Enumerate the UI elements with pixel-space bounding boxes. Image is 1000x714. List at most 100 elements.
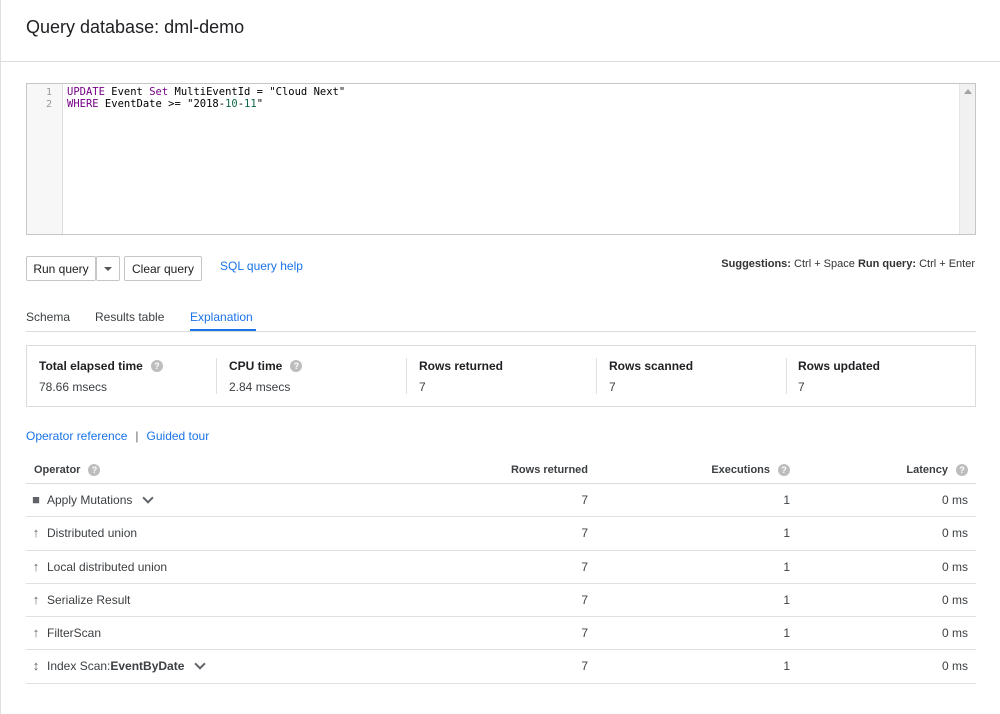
- stat-value: 78.66 msecs: [39, 380, 108, 394]
- sql-text: EventDate >=: [98, 98, 188, 110]
- latency-cell: 0 ms: [941, 626, 968, 641]
- page-header: Query database: dml-demo: [0, 0, 1000, 62]
- sql-keyword: UPDATE: [67, 86, 105, 98]
- arrow-updown-icon: ↕: [32, 658, 40, 674]
- run-query-dropdown-button[interactable]: [96, 256, 120, 281]
- operator-name: Serialize Result: [47, 592, 131, 607]
- code-line[interactable]: WHERE EventDate >= "2018-10-11": [67, 98, 263, 110]
- sql-keyword: WHERE: [67, 98, 99, 110]
- executions-cell: 1: [783, 626, 790, 641]
- caret-down-icon: [104, 266, 112, 271]
- line-gutter: 1 2: [27, 84, 63, 234]
- sql-string: ": [256, 98, 264, 110]
- help-icon[interactable]: ?: [778, 464, 790, 476]
- table-row[interactable]: ↑ Distributed union 7 1 0 ms: [26, 517, 976, 551]
- stat-label: Rows scanned: [609, 359, 694, 373]
- run-query-button[interactable]: Run query: [26, 256, 96, 281]
- link-separator: |: [135, 429, 139, 443]
- stat-label: Total elapsed time?: [39, 359, 163, 373]
- chevron-down-icon[interactable]: [142, 492, 155, 504]
- table-row[interactable]: ■ Apply Mutations 7 1 0 ms: [26, 484, 976, 518]
- table-row[interactable]: ↑ FilterScan 7 1 0 ms: [26, 617, 976, 651]
- stat-cpu-time: CPU time? 2.84 msecs: [217, 346, 407, 406]
- line-number: 1: [45, 87, 52, 98]
- latency-cell: 0 ms: [941, 592, 968, 607]
- arrow-up-icon: ↑: [32, 525, 40, 541]
- help-icon[interactable]: ?: [290, 360, 303, 372]
- operator-name: FilterScan: [47, 626, 102, 641]
- sql-editor[interactable]: 1 2 UPDATE Event Set MultiEventId = "Clo…: [26, 83, 976, 235]
- rows-returned-cell: 7: [581, 592, 588, 607]
- tab-explanation[interactable]: Explanation: [190, 310, 253, 324]
- sql-text: Event: [104, 86, 150, 98]
- query-stats-panel: Total elapsed time? 78.66 msecs CPU time…: [26, 345, 976, 407]
- rows-returned-cell: 7: [581, 493, 588, 507]
- rows-returned-cell: 7: [581, 626, 588, 641]
- sql-keyword: Set: [149, 86, 169, 98]
- executions-cell: 1: [783, 493, 790, 507]
- chevron-down-icon[interactable]: [194, 658, 207, 671]
- square-icon: ■: [32, 492, 40, 507]
- operators-table: Operator? Rows returned Executions? Late…: [26, 458, 976, 684]
- stat-rows-returned: Rows returned 7: [407, 346, 597, 406]
- tab-results-table[interactable]: Results table: [95, 310, 164, 324]
- stat-rows-scanned: Rows scanned 7: [597, 346, 787, 406]
- executions-cell: 1: [783, 592, 790, 607]
- table-row[interactable]: ↑ Local distributed union 7 1 0 ms: [26, 551, 976, 584]
- rows-returned-cell: 7: [581, 526, 588, 541]
- latency-cell: 0 ms: [941, 493, 968, 507]
- operator-reference-link[interactable]: Operator reference: [26, 429, 127, 443]
- table-header: Operator? Rows returned Executions? Late…: [26, 458, 976, 484]
- stat-value: 7: [419, 380, 426, 394]
- stat-value: 7: [609, 380, 616, 394]
- header-rows-returned: Rows returned: [510, 464, 588, 476]
- sql-number: 10: [225, 98, 238, 110]
- sql-string: "Cloud Next": [269, 86, 346, 98]
- arrow-up-icon: ↑: [32, 558, 40, 574]
- help-icon[interactable]: ?: [88, 464, 101, 476]
- sql-text: MultiEventId =: [168, 86, 270, 98]
- header-executions: Executions?: [711, 464, 790, 476]
- stat-label: Rows returned: [419, 359, 504, 373]
- table-row[interactable]: ↑ Serialize Result 7 1 0 ms: [26, 584, 976, 618]
- operator-name: Index Scan: EventByDate: [47, 658, 207, 673]
- latency-cell: 0 ms: [941, 526, 968, 541]
- executions-cell: 1: [783, 559, 790, 574]
- tab-bar: Schema Results table Explanation: [26, 302, 976, 332]
- guided-tour-link[interactable]: Guided tour: [147, 429, 210, 443]
- active-tab-indicator: [190, 329, 256, 331]
- line-number: 2: [45, 99, 52, 110]
- code-line[interactable]: UPDATE Event Set MultiEventId = "Cloud N…: [67, 86, 345, 98]
- latency-cell: 0 ms: [941, 659, 968, 674]
- table-row[interactable]: ↕ Index Scan: EventByDate 7 1 0 ms: [26, 650, 976, 684]
- arrow-up-icon: ↑: [32, 591, 40, 607]
- sql-number: 11: [244, 98, 257, 110]
- tab-schema[interactable]: Schema: [26, 310, 70, 324]
- stat-total-elapsed-time: Total elapsed time? 78.66 msecs: [27, 346, 217, 406]
- shortcut-keys: Ctrl + Space: [794, 258, 855, 270]
- stat-label: Rows updated: [798, 359, 881, 373]
- page-title: Query database: dml-demo: [26, 17, 245, 37]
- rows-returned-cell: 7: [581, 659, 588, 674]
- arrow-up-icon: ↑: [32, 625, 40, 641]
- executions-cell: 1: [783, 659, 790, 674]
- latency-cell: 0 ms: [941, 559, 968, 574]
- sql-string: "2018-: [187, 98, 226, 110]
- keyboard-shortcuts: Suggestions: Ctrl + Space Run query: Ctr…: [721, 258, 975, 270]
- sql-query-help-link[interactable]: SQL query help: [220, 259, 303, 273]
- executions-cell: 1: [783, 526, 790, 541]
- header-latency: Latency?: [906, 464, 968, 476]
- help-icon[interactable]: ?: [956, 464, 968, 476]
- operator-name: Distributed union: [47, 526, 138, 541]
- stat-rows-updated: Rows updated 7: [786, 346, 976, 406]
- help-icon[interactable]: ?: [150, 360, 163, 372]
- scroll-up-icon[interactable]: [964, 89, 972, 94]
- stat-value: 7: [798, 380, 805, 394]
- shortcut-keys: Ctrl + Enter: [919, 258, 975, 270]
- shortcut-label: Run query:: [857, 258, 916, 270]
- editor-scrollbar[interactable]: [959, 84, 975, 234]
- clear-query-button[interactable]: Clear query: [124, 256, 202, 281]
- left-border: [0, 0, 1, 714]
- reference-links: Operator reference | Guided tour: [26, 429, 209, 443]
- operator-name: Apply Mutations: [47, 492, 155, 507]
